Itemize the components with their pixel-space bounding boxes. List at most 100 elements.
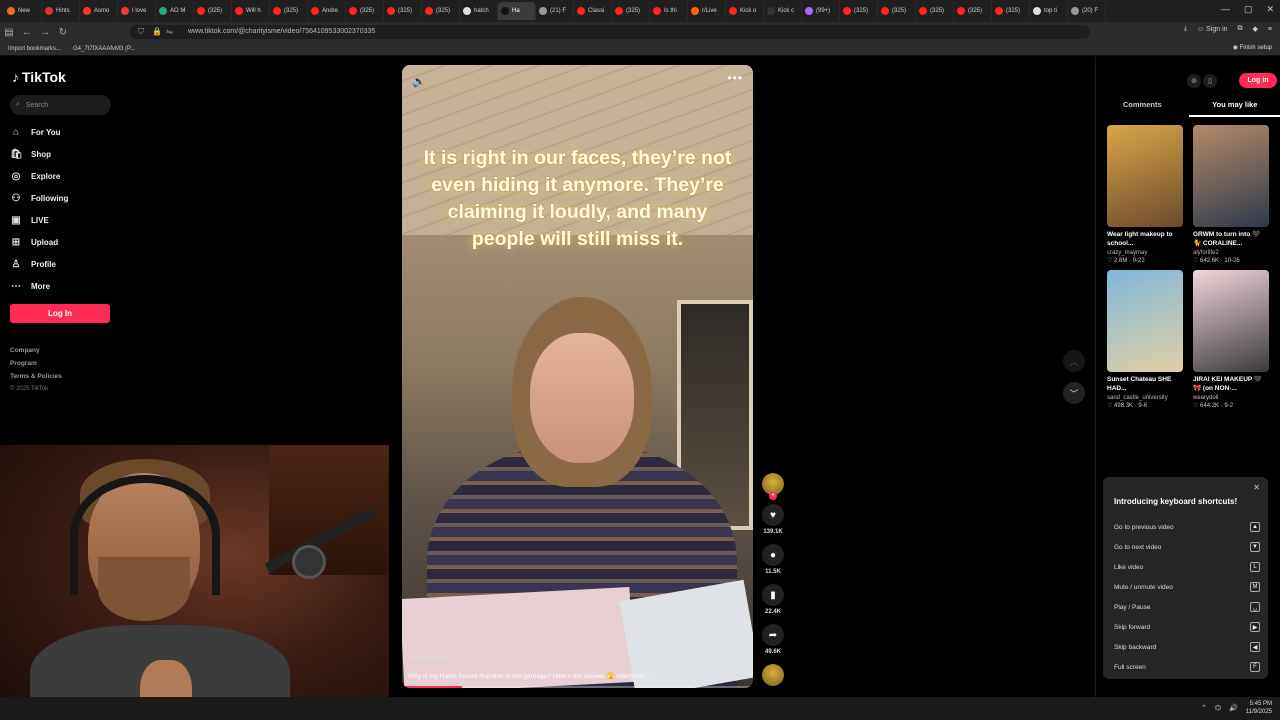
browser-tab[interactable]: Is thi — [650, 2, 688, 20]
author-avatar[interactable]: + — [762, 473, 784, 500]
card-username[interactable]: wearydoll — [1193, 395, 1269, 401]
maximize-icon[interactable]: ▢ — [1244, 4, 1253, 15]
browser-tab[interactable]: I love — [118, 2, 156, 20]
browser-tab[interactable]: (325) — [840, 2, 878, 20]
browser-tab[interactable]: (325) — [346, 2, 384, 20]
browser-tab[interactable]: Kick o — [726, 2, 764, 20]
recommended-video-card[interactable]: GRWM to turn into 🖤 🐈 CORALINE... alyforl… — [1193, 125, 1269, 264]
browser-tab[interactable]: Asmo — [80, 2, 118, 20]
video-player[interactable]: It is right in our faces, they’re not ev… — [402, 65, 753, 688]
save-button[interactable]: ▮ — [762, 584, 784, 606]
footer-company[interactable]: Company — [10, 344, 62, 357]
card-username[interactable]: crazy_maymay — [1107, 250, 1183, 256]
share-button[interactable]: ➦ — [762, 624, 784, 646]
browser-tab[interactable]: Ha — [498, 2, 536, 20]
browser-tab[interactable]: Kick c — [764, 2, 802, 20]
bookmark-x[interactable]: G4_7t7fXAAAfvM3 (P... — [73, 46, 135, 52]
recommended-video-card[interactable]: Sunset Chateau SHE HAD... sand_castle_uni… — [1107, 270, 1183, 409]
recommended-video-card[interactable]: JIRAI KEI MAKEUP 🖤 🎀 (on NON-... wearydol… — [1193, 270, 1269, 409]
sidebar-item-following[interactable]: ⚇ Following — [10, 187, 120, 209]
sound-avatar[interactable] — [762, 664, 784, 686]
sidebar-item-profile[interactable]: ♙ Profile — [10, 253, 120, 275]
card-username[interactable]: sand_castle_university — [1107, 395, 1183, 401]
browser-tab[interactable]: (325) — [384, 2, 422, 20]
device-icon[interactable]: ▯ — [1203, 74, 1217, 88]
search-input[interactable]: ⌕ Search — [10, 95, 111, 115]
browser-tab[interactable]: Classi — [574, 2, 612, 20]
next-video-button[interactable]: ﹀ — [1063, 382, 1085, 404]
follow-plus-icon[interactable]: + — [769, 492, 777, 500]
sidebar-item-for-you[interactable]: ⌂ For You — [10, 121, 120, 143]
tab-favicon-icon — [691, 7, 699, 15]
tiktok-logo[interactable]: ♪ TikTok — [12, 69, 66, 85]
description-more-button[interactable]: more — [729, 672, 745, 679]
video-author[interactable]: charityisme · 10-22 — [408, 655, 471, 662]
sign-in-button[interactable]: ☺ Sign in — [1197, 26, 1228, 33]
tab-label: Classi — [588, 8, 605, 14]
close-icon[interactable]: ✕ — [1253, 483, 1260, 492]
tab-comments[interactable]: Comments — [1096, 97, 1189, 117]
browser-tab[interactable]: (325) — [612, 2, 650, 20]
menu-icon[interactable]: ≡ — [1268, 26, 1272, 33]
volume-tray-icon[interactable]: 🔊 — [1229, 704, 1238, 712]
shortcut-label: Skip forward — [1114, 623, 1151, 631]
comment-button[interactable]: ● — [762, 544, 784, 566]
sidebar-toggle-icon[interactable]: ▤ — [0, 27, 18, 38]
login-button[interactable]: Log In — [10, 304, 110, 323]
header-login-button[interactable]: Log in — [1239, 73, 1277, 88]
browser-tab[interactable]: Andre — [308, 2, 346, 20]
extensions-icon[interactable]: ⧉ — [1238, 25, 1243, 33]
footer-program[interactable]: Program — [10, 357, 62, 370]
browser-tab[interactable]: (325) — [954, 2, 992, 20]
browser-tab[interactable]: (325) — [194, 2, 232, 20]
finish-setup-button[interactable]: ◉ Finish setup — [1233, 44, 1272, 51]
video-options-icon[interactable]: ••• — [727, 71, 743, 85]
sidebar-item-upload[interactable]: ⊞ Upload — [10, 231, 120, 253]
shortcut-row: Full screen F — [1114, 657, 1260, 677]
browser-tab[interactable]: (20) F — [1068, 2, 1106, 20]
video-thumbnail[interactable] — [1107, 125, 1183, 227]
recommended-video-card[interactable]: Wear light makeup to school... crazy_maym… — [1107, 125, 1183, 264]
url-field[interactable]: ⛉ 🔒 ⇋ www.tiktok.com/@charityisme/video/… — [130, 25, 1090, 39]
browser-tab[interactable]: hatch — [460, 2, 498, 20]
bookmark-import[interactable]: Import bookmarks... — [8, 46, 61, 52]
browser-tab[interactable]: r/Live — [688, 2, 726, 20]
previous-video-button[interactable]: ︿ — [1063, 350, 1085, 372]
back-icon[interactable]: ← — [18, 27, 36, 38]
clock[interactable]: 5:45 PM 11/9/2025 — [1246, 700, 1272, 716]
like-button[interactable]: ♥ — [762, 504, 784, 526]
video-thumbnail[interactable] — [1193, 270, 1269, 372]
sidebar-item-live[interactable]: ▣ LIVE — [10, 209, 120, 231]
notification-icon[interactable]: ◆ — [1253, 25, 1258, 33]
browser-tab[interactable]: AO M — [156, 2, 194, 20]
close-icon[interactable]: ✕ — [1266, 4, 1274, 15]
reload-icon[interactable]: ↻ — [54, 27, 72, 38]
card-username[interactable]: alyforlife2 — [1193, 250, 1269, 256]
browser-tab[interactable]: (21) F — [536, 2, 574, 20]
browser-tab[interactable]: (325) — [878, 2, 916, 20]
download-icon[interactable]: ⤓ — [1184, 25, 1187, 33]
minimize-icon[interactable]: — — [1221, 4, 1230, 15]
tray-chevron-icon[interactable]: ⌃ — [1201, 704, 1207, 712]
network-icon[interactable]: ⌬ — [1215, 704, 1221, 712]
compass-icon[interactable]: ⊘ — [1187, 74, 1201, 88]
footer-terms[interactable]: Terms & Policies — [10, 370, 62, 383]
volume-icon[interactable]: 🔈 — [412, 75, 426, 88]
video-thumbnail[interactable] — [1107, 270, 1183, 372]
browser-tab[interactable]: New — [4, 2, 42, 20]
forward-icon[interactable]: → — [36, 27, 54, 38]
tab-you-may-like[interactable]: You may like — [1188, 97, 1280, 117]
sidebar-item-explore[interactable]: ◎ Explore — [10, 165, 120, 187]
browser-tab[interactable]: (325) — [992, 2, 1030, 20]
browser-tab[interactable]: Will h — [232, 2, 270, 20]
sidebar-item-more[interactable]: ⋯ More — [10, 275, 120, 297]
video-progress-bar[interactable] — [402, 686, 753, 688]
browser-tab[interactable]: Hints — [42, 2, 80, 20]
browser-tab[interactable]: (325) — [916, 2, 954, 20]
browser-tab[interactable]: (325) — [270, 2, 308, 20]
browser-tab[interactable]: (325) — [422, 2, 460, 20]
browser-tab[interactable]: (99+) — [802, 2, 840, 20]
video-thumbnail[interactable] — [1193, 125, 1269, 227]
sidebar-item-shop[interactable]: 🛍 Shop — [10, 143, 120, 165]
browser-tab[interactable]: top ti — [1030, 2, 1068, 20]
